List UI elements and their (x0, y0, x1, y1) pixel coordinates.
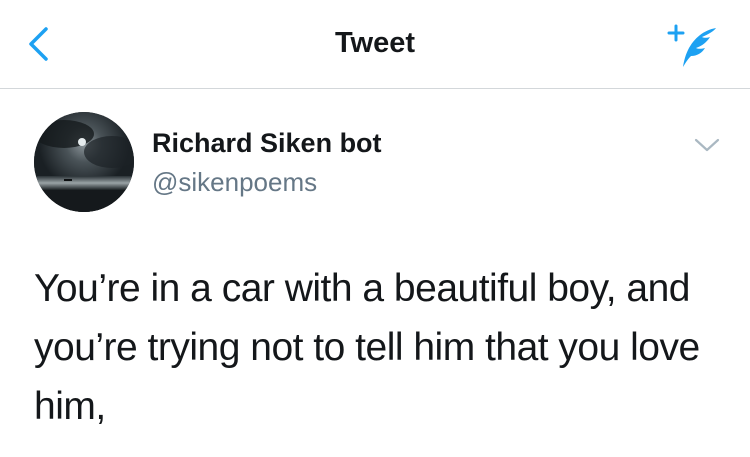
author-handle[interactable]: @sikenpoems (152, 167, 317, 198)
compose-tweet-icon (667, 24, 716, 67)
tweet-text: You’re in a car with a beautiful boy, an… (34, 267, 700, 428)
avatar[interactable] (34, 112, 134, 212)
top-navigation-bar: Tweet (0, 0, 750, 89)
night-sea-moon-avatar (34, 112, 134, 212)
author-name[interactable]: Richard Siken bot (152, 128, 382, 159)
page-title: Tweet (334, 27, 416, 59)
chevron-down-icon (694, 138, 720, 152)
compose-tweet-button[interactable] (664, 22, 722, 70)
tweet-detail: Richard Siken bot @sikenpoems You’re in … (0, 89, 750, 457)
tweet-menu-button[interactable] (692, 133, 722, 157)
